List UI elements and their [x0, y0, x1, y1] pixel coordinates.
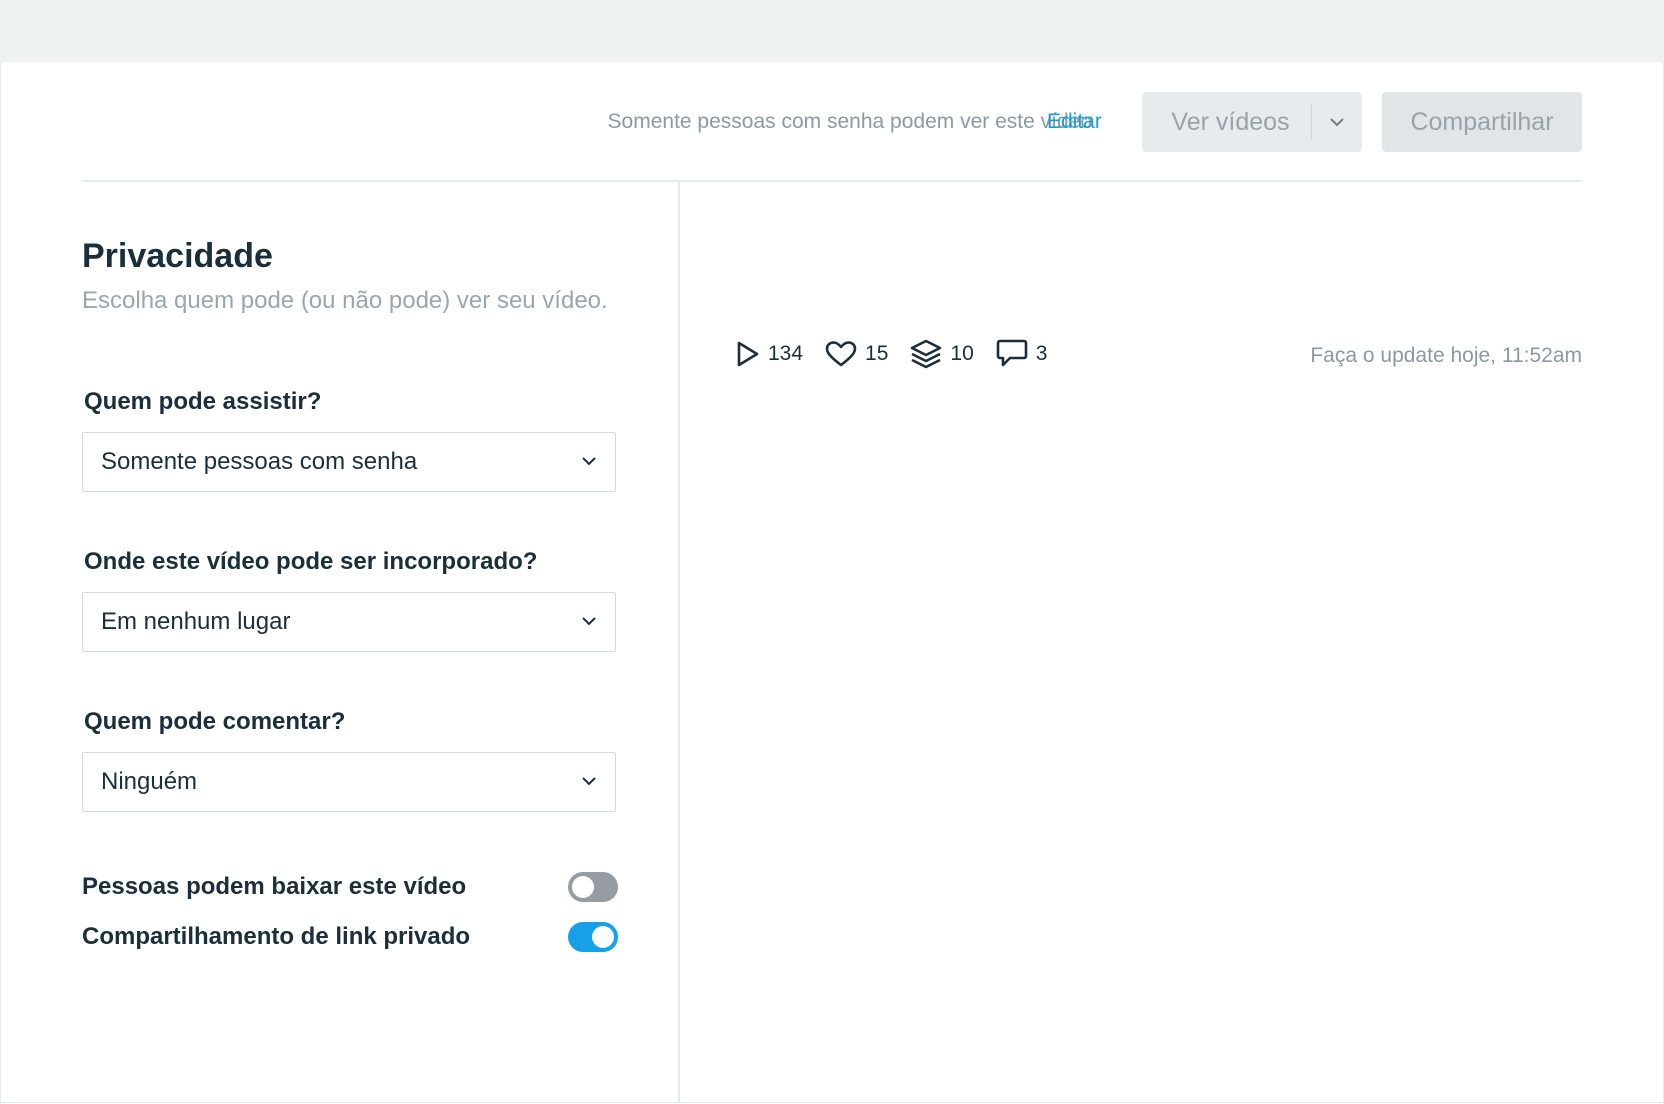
- comment-icon: [996, 339, 1028, 369]
- who-can-comment-select[interactable]: Ninguém: [82, 752, 616, 812]
- chevron-down-icon: [581, 613, 597, 631]
- embed-location-select[interactable]: Em nenhum lugar: [82, 592, 616, 652]
- privacy-status-text: Somente pessoas com senha podem ver este…: [607, 110, 1092, 133]
- who-can-comment-label: Quem pode comentar?: [84, 708, 346, 735]
- collections-count: 10: [950, 342, 974, 365]
- private-link-toggle-label: Compartilhamento de link privado: [82, 923, 471, 950]
- embed-location-label: Onde este vídeo pode ser incorporado?: [84, 548, 538, 575]
- download-toggle[interactable]: [568, 872, 618, 902]
- edit-privacy-link[interactable]: Editar: [1047, 110, 1102, 134]
- who-can-watch-label: Quem pode assistir?: [84, 388, 322, 415]
- video-header: Somente pessoas com senha podem ver este…: [82, 92, 1582, 152]
- privacy-subtitle: Escolha quem pode (ou não pode) ver seu …: [82, 287, 608, 314]
- heart-icon: [825, 341, 857, 367]
- last-updated-text: Faça o update hoje, 11:52am: [1310, 344, 1582, 367]
- layers-icon: [910, 339, 942, 369]
- panel-divider: [678, 182, 680, 1102]
- who-can-watch-select[interactable]: Somente pessoas com senha: [82, 432, 616, 492]
- likes-stat: 15: [825, 341, 888, 367]
- download-toggle-label: Pessoas podem baixar este vídeo: [82, 873, 467, 900]
- chevron-down-icon: [581, 453, 597, 471]
- plays-stat: 134: [736, 341, 803, 367]
- download-toggle-row: Pessoas podem baixar este vídeo: [82, 870, 618, 904]
- private-link-toggle-row: Compartilhamento de link privado: [82, 920, 618, 954]
- toggle-knob: [572, 876, 594, 898]
- view-videos-button[interactable]: Ver vídeos: [1142, 92, 1362, 152]
- comments-count: 3: [1035, 342, 1048, 365]
- collections-stat: 10: [910, 339, 974, 369]
- comments-stat: 3: [996, 339, 1048, 369]
- privacy-title: Privacidade: [82, 237, 273, 275]
- private-link-toggle[interactable]: [568, 922, 618, 952]
- plays-count: 134: [768, 342, 804, 365]
- header-divider: [82, 180, 1582, 182]
- chevron-down-icon[interactable]: [1312, 117, 1362, 127]
- who-can-comment-value: Ninguém: [101, 768, 198, 795]
- embed-location-value: Em nenhum lugar: [101, 608, 291, 635]
- who-can-watch-value: Somente pessoas com senha: [101, 448, 418, 475]
- play-icon: [736, 341, 760, 367]
- video-stats: 134 15 10 3: [736, 334, 1069, 374]
- likes-count: 15: [865, 342, 889, 365]
- chevron-down-icon: [581, 773, 597, 791]
- view-videos-label[interactable]: Ver vídeos: [1142, 108, 1311, 137]
- share-button[interactable]: Compartilhar: [1382, 92, 1582, 152]
- toggle-knob: [592, 926, 614, 948]
- top-strip: [0, 0, 1664, 62]
